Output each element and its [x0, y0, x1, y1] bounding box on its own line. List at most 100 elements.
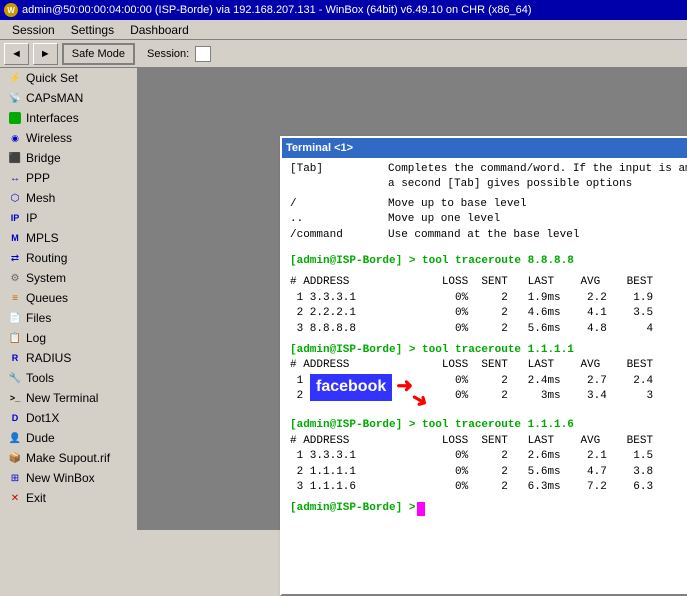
files-icon: 📄: [8, 311, 22, 325]
sidebar: ⚡ Quick Set 📡 CAPsMAN Interfaces ◉ Wirel…: [0, 68, 138, 530]
help-cmd-2: [290, 177, 380, 192]
sidebar-label-make-supout: Make Supout.rif: [26, 451, 110, 465]
terminal-content[interactable]: [Tab] Completes the command/word. If the…: [282, 158, 687, 594]
menu-dashboard[interactable]: Dashboard: [122, 21, 197, 39]
bridge-icon: ⬛: [8, 151, 22, 165]
safe-mode-button[interactable]: Safe Mode: [62, 43, 135, 65]
sidebar-label-dude: Dude: [26, 431, 55, 445]
main-layout: ⚡ Quick Set 📡 CAPsMAN Interfaces ◉ Wirel…: [0, 68, 687, 530]
terminal-window: Terminal <1> _ □ ✕ [Tab] Completes the c…: [280, 136, 687, 596]
sidebar-item-new-winbox[interactable]: ⊞ New WinBox: [0, 468, 137, 488]
sidebar-item-exit[interactable]: ✕ Exit: [0, 488, 137, 508]
forward-button[interactable]: ►: [33, 43, 58, 65]
sidebar-item-ip[interactable]: IP IP: [0, 208, 137, 228]
interfaces-icon: [8, 111, 22, 125]
help-desc-5: Use command at the base level: [388, 228, 579, 243]
help-cmd-3: /: [290, 197, 380, 212]
capsman-icon: 📡: [8, 91, 22, 105]
trace2-section: [admin@ISP-Borde] > tool traceroute 1.1.…: [290, 343, 687, 405]
help-line-2: a second [Tab] gives possible options: [290, 177, 687, 192]
sidebar-item-capsman[interactable]: 📡 CAPsMAN: [0, 88, 137, 108]
sidebar-label-dot1x: Dot1X: [26, 411, 59, 425]
sidebar-label-radius: RADIUS: [26, 351, 71, 365]
trace1-prompt: [admin@ISP-Borde] > tool traceroute 8.8.…: [290, 254, 574, 269]
new-winbox-icon: ⊞: [8, 471, 22, 485]
sidebar-label-quick-set: Quick Set: [26, 71, 78, 85]
sidebar-item-wireless[interactable]: ◉ Wireless: [0, 128, 137, 148]
sidebar-label-routing: Routing: [26, 251, 67, 265]
trace3-headers: # ADDRESS LOSS SENT LAST AVG BEST: [290, 434, 687, 449]
help-line-1: [Tab] Completes the command/word. If the…: [290, 162, 687, 177]
trace1-section: [admin@ISP-Borde] > tool traceroute 8.8.…: [290, 249, 687, 337]
help-cmd-4: ..: [290, 212, 380, 227]
sidebar-item-log[interactable]: 📋 Log: [0, 328, 137, 348]
quick-set-icon: ⚡: [8, 71, 22, 85]
dude-icon: 👤: [8, 431, 22, 445]
trace2-prompt: [admin@ISP-Borde] > tool traceroute 1.1.…: [290, 344, 574, 356]
sidebar-label-log: Log: [26, 331, 46, 345]
title-bar: W admin@50:00:00:04:00:00 (ISP-Borde) vi…: [0, 0, 687, 20]
exit-icon: ✕: [8, 491, 22, 505]
tools-icon: 🔧: [8, 371, 22, 385]
help-desc-4: Move up one level: [388, 212, 500, 227]
help-line-3: / Move up to base level: [290, 197, 687, 212]
trace1-row1: 1 3.3.3.1 0% 2 1.9ms 2.2 1.9: [290, 291, 687, 306]
sidebar-label-mpls: MPLS: [26, 231, 59, 245]
app-icon: W: [4, 3, 18, 17]
mesh-icon: ⬡: [8, 191, 22, 205]
terminal-body: [Tab] Completes the command/word. If the…: [282, 158, 687, 594]
facebook-annotation-container: facebook ➜: [310, 374, 413, 402]
menu-session[interactable]: Session: [4, 21, 63, 39]
help-desc-2: a second [Tab] gives possible options: [388, 177, 632, 192]
mpls-icon: M: [8, 231, 22, 245]
help-desc-3: Move up to base level: [388, 197, 527, 212]
trace1-headers: # ADDRESS LOSS SENT LAST AVG BEST: [290, 275, 687, 290]
sidebar-label-queues: Queues: [26, 291, 68, 305]
sidebar-item-ppp[interactable]: ↔ PPP: [0, 168, 137, 188]
sidebar-item-radius[interactable]: R RADIUS: [0, 348, 137, 368]
sidebar-item-interfaces[interactable]: Interfaces: [0, 108, 137, 128]
sidebar-label-ip: IP: [26, 211, 37, 225]
sidebar-label-new-winbox: New WinBox: [26, 471, 95, 485]
sidebar-item-routing[interactable]: ⇄ Routing: [0, 248, 137, 268]
help-desc-1: Completes the command/word. If the input…: [388, 162, 687, 177]
toolbar: ◄ ► Safe Mode Session:: [0, 40, 687, 68]
sidebar-label-system: System: [26, 271, 66, 285]
content-area: Terminal <1> _ □ ✕ [Tab] Completes the c…: [138, 68, 687, 530]
sidebar-item-dude[interactable]: 👤 Dude: [0, 428, 137, 448]
ppp-icon: ↔: [8, 171, 22, 185]
sidebar-label-mesh: Mesh: [26, 191, 55, 205]
log-icon: 📋: [8, 331, 22, 345]
sidebar-label-ppp: PPP: [26, 171, 50, 185]
sidebar-item-quick-set[interactable]: ⚡ Quick Set: [0, 68, 137, 88]
queues-icon: ≡: [8, 291, 22, 305]
sidebar-item-tools[interactable]: 🔧 Tools: [0, 368, 137, 388]
help-line-5: /command Use command at the base level: [290, 228, 687, 243]
sidebar-item-mesh[interactable]: ⬡ Mesh: [0, 188, 137, 208]
back-button[interactable]: ◄: [4, 43, 29, 65]
trace1-row3: 3 8.8.8.8 0% 2 5.6ms 4.8 4: [290, 322, 687, 337]
menu-settings[interactable]: Settings: [63, 21, 122, 39]
sidebar-item-files[interactable]: 📄 Files: [0, 308, 137, 328]
sidebar-label-capsman: CAPsMAN: [26, 91, 83, 105]
session-input[interactable]: [195, 46, 211, 62]
radius-icon: R: [8, 351, 22, 365]
session-label: Session:: [147, 48, 189, 60]
new-terminal-icon: >_: [8, 391, 22, 405]
trace3-prompt: [admin@ISP-Borde] > tool traceroute 1.1.…: [290, 419, 574, 431]
sidebar-item-mpls[interactable]: M MPLS: [0, 228, 137, 248]
trace1-row2: 2 2.2.2.1 0% 2 4.6ms 4.1 3.5: [290, 306, 687, 321]
trace2-headers: # ADDRESS LOSS SENT LAST AVG BEST: [290, 358, 687, 373]
sidebar-label-interfaces: Interfaces: [26, 111, 79, 125]
ip-icon: IP: [8, 211, 22, 225]
sidebar-item-dot1x[interactable]: D Dot1X: [0, 408, 137, 428]
sidebar-item-new-terminal[interactable]: >_ New Terminal: [0, 388, 137, 408]
sidebar-item-queues[interactable]: ≡ Queues: [0, 288, 137, 308]
sidebar-item-make-supout[interactable]: 📦 Make Supout.rif: [0, 448, 137, 468]
sidebar-item-system[interactable]: ⚙ System: [0, 268, 137, 288]
trace3-row2: 2 1.1.1.1 0% 2 5.6ms 4.7 3.8: [290, 465, 687, 480]
sidebar-item-bridge[interactable]: ⬛ Bridge: [0, 148, 137, 168]
trace2-rows-container: 1 3.3.3.1 0% 2 2.4ms 2.7 2.4 2 1.1.1.1 0…: [290, 374, 687, 405]
help-line-4: .. Move up one level: [290, 212, 687, 227]
cursor: [417, 502, 425, 516]
